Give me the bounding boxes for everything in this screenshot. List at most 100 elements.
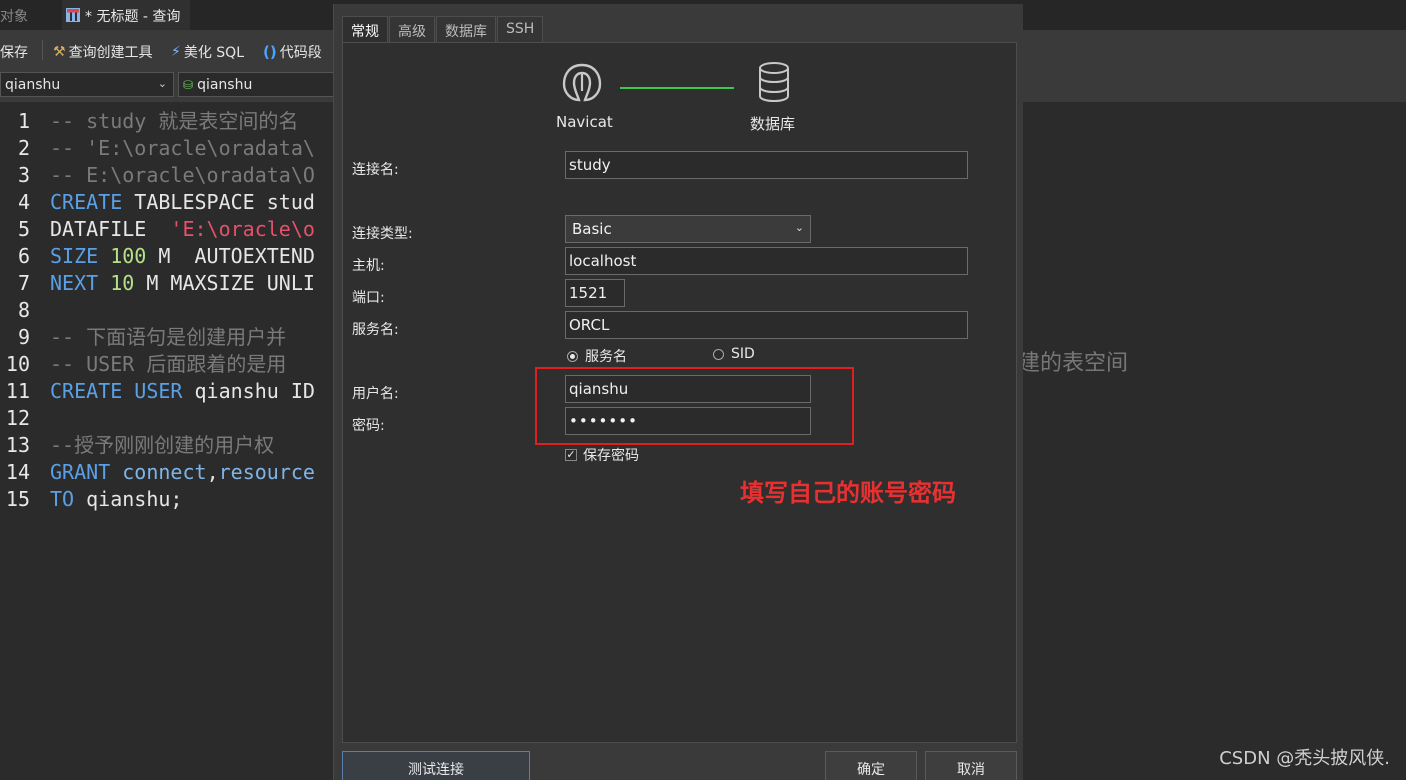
connection-diagram: Navicat 数据库 [548,61,808,133]
password-label: 密码: [352,418,385,434]
connection-select-value: qianshu [5,76,61,93]
connection-name-label: 连接名: [352,162,399,178]
test-connection-button[interactable]: 测试连接 [342,751,530,780]
code-token: , [206,460,219,484]
code-text: -- 'E:\oracle\oradata\ [50,135,315,162]
line-number: 2 [17,136,30,160]
connection-name-input[interactable]: study [565,151,968,179]
code-token: TO [50,487,75,511]
code-token: -- 下面语句是创建用户并 [50,325,287,349]
code-token: -- 'E:\oracle\oradata\ [50,136,315,160]
code-token: qianshu; [74,487,183,511]
code-token: DATAFILE [50,217,171,241]
new-connection-dialog: 常规 高级 数据库 SSH Navicat 数据库 连接名: study 连接类… [333,4,1023,780]
connection-type-label: 连接类型: [352,226,413,242]
code-text: DATAFILE 'E:\oracle\o [50,216,315,243]
schema-select[interactable]: ⛁ qianshu [178,72,338,97]
code-token: TABLESPACE stud [122,190,315,214]
code-token: qianshu ID [182,379,315,403]
service-input[interactable]: ORCL [565,311,968,339]
query-builder-label: 查询创建工具 [68,45,153,61]
code-text: -- 下面语句是创建用户并 [50,324,286,351]
chevron-down-icon: ⌄ [157,77,167,90]
code-text: CREATE USER qianshu ID [50,378,315,405]
toolbar-divider [42,40,43,60]
service-name-radio-label: 服务名 [585,349,627,365]
line-number: 8 [17,298,30,322]
port-input[interactable]: 1521 [565,279,625,307]
cancel-button[interactable]: 取消 [925,751,1017,780]
save-password-checkbox[interactable]: ✓ 保存密码 [565,445,639,465]
code-token: -- USER 后面跟着的是用 [50,352,287,376]
line-number: 1 [17,109,30,133]
code-token: CREATE USER [50,379,183,403]
ok-button[interactable]: 确定 [825,751,917,780]
line-number: 6 [17,244,30,268]
service-label: 服务名: [352,322,399,338]
line-number: 4 [17,190,30,214]
query-grid-icon [66,8,80,22]
code-text: --授予刚刚创建的用户权 [50,432,274,459]
annotation-text: 填写自己的账号密码 [740,479,956,507]
beautify-sql-label: 美化 SQL [183,45,244,61]
tab-query[interactable]: * 无标题 - 查询 [62,0,191,30]
host-input[interactable]: localhost [565,247,968,275]
beautify-sql-button[interactable]: ⚡ 美化 SQL [171,42,244,62]
code-text: NEXT 10 M MAXSIZE UNLI [50,270,315,297]
line-number: 12 [5,406,30,430]
tab-databases[interactable]: 数据库 [436,16,496,42]
tab-advanced[interactable]: 高级 [389,16,435,42]
navicat-label: Navicat [556,113,613,131]
sid-radio-label: SID [731,346,755,362]
code-token: 100 [110,244,147,268]
code-token: M AUTOEXTEND [146,244,315,268]
radio-unselected-icon [713,348,724,360]
general-panel: Navicat 数据库 连接名: study 连接类型: Basic ⌄ 主机:… [342,42,1017,743]
chevron-down-icon: ⌄ [794,221,804,234]
code-text: SIZE 100 M AUTOEXTEND [50,243,315,270]
code-snippet-button[interactable]: () 代码段 [263,42,322,62]
magic-wand-icon: ⚡ [171,44,181,60]
save-button[interactable]: 保存 [0,42,28,62]
code-overflow-comment: 建的表空间 [1018,351,1129,376]
query-builder-button[interactable]: ⚒ 查询创建工具 [53,42,153,62]
line-number: 10 [5,352,30,376]
line-number: 15 [5,487,30,511]
sid-radio[interactable]: SID [713,346,755,362]
line-number: 14 [5,460,30,484]
tab-objects[interactable]: 对象 [0,6,28,26]
dialog-tab-bar: 常规 高级 数据库 SSH [342,16,544,43]
schema-icon: ⛁ [183,77,194,92]
code-token: M MAXSIZE UNLI [134,271,315,295]
code-token: -- E:\oracle\oradata\O [50,163,315,187]
tab-general[interactable]: 常规 [342,16,388,43]
username-label: 用户名: [352,386,399,402]
connection-type-select[interactable]: Basic ⌄ [565,215,811,243]
code-token: resource [218,460,315,484]
schema-select-value: qianshu [197,76,253,93]
annotation-highlight-box [535,367,854,445]
line-number: 9 [17,325,30,349]
line-number: 7 [17,271,30,295]
connection-select[interactable]: qianshu ⌄ [0,72,174,97]
database-icon [759,62,789,103]
connection-type-value: Basic [572,220,612,238]
code-token: -- study 就是表空间的名 [50,109,299,133]
host-label: 主机: [352,258,385,274]
hammer-icon: ⚒ [53,44,66,60]
line-number: 11 [5,379,30,403]
code-text: -- USER 后面跟着的是用 [50,351,286,378]
code-token: SIZE [50,244,99,268]
service-name-radio[interactable]: 服务名 [567,346,627,366]
tab-query-label: * 无标题 - 查询 [85,9,181,25]
line-number: 3 [17,163,30,187]
code-text: GRANT connect,resource [50,459,315,486]
code-token: CREATE [50,190,123,214]
tab-ssh[interactable]: SSH [497,16,544,42]
checkmark-icon: ✓ [565,448,577,461]
save-label: 保存 [0,45,28,61]
code-token: GRANT [50,460,111,484]
watermark: CSDN @秃头披风侠. [1219,748,1390,769]
code-text: CREATE TABLESPACE stud [50,189,315,216]
